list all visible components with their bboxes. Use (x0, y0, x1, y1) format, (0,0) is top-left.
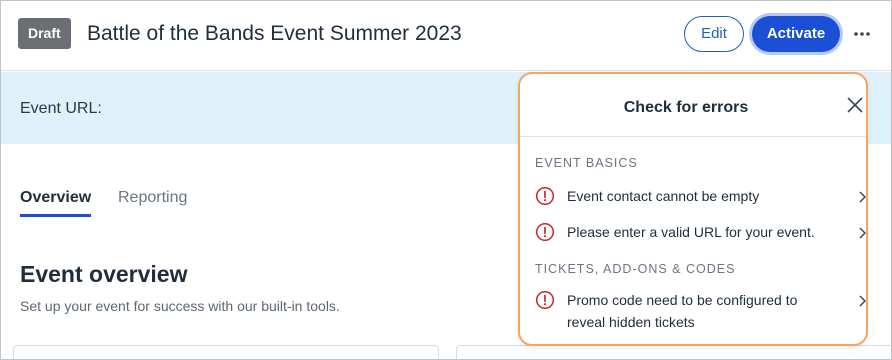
error-text: Please enter a valid URL for your event. (567, 224, 815, 240)
section-label-tickets: TICKETS, ADD-ONS & CODES (535, 262, 736, 276)
section-title: Event overview (20, 261, 188, 287)
overview-card (13, 345, 439, 359)
error-text: Event contact cannot be empty (567, 188, 760, 204)
chevron-right-icon (859, 227, 866, 239)
section-subtitle: Set up your event for success with our b… (20, 298, 340, 314)
page-title: Battle of the Bands Event Summer 2023 (87, 22, 462, 45)
section-label-event-basics: EVENT BASICS (535, 156, 638, 170)
chevron-right-icon (859, 295, 866, 307)
tab-overview[interactable]: Overview (20, 189, 92, 217)
status-badge: Draft (18, 18, 71, 49)
ellipsis-icon (854, 32, 870, 36)
edit-button[interactable]: Edit (684, 16, 744, 52)
close-icon[interactable] (846, 96, 864, 114)
tab-reporting[interactable]: Reporting (118, 189, 187, 214)
page-header: Draft Battle of the Bands Event Summer 2… (1, 1, 891, 71)
panel-title: Check for errors (623, 99, 749, 116)
overview-card (456, 345, 891, 359)
error-text: Promo code need to be configured to reve… (567, 292, 798, 330)
error-icon (535, 290, 555, 310)
chevron-right-icon (859, 191, 866, 203)
panel-header: Check for errors (520, 74, 866, 137)
event-url-label: Event URL: (20, 100, 102, 117)
check-errors-panel: Check for errors EVENT BASICS Event cont… (518, 72, 868, 346)
error-icon (535, 186, 555, 206)
app-frame: Draft Battle of the Bands Event Summer 2… (0, 0, 892, 360)
more-options-button[interactable] (851, 23, 873, 45)
activate-button[interactable]: Activate (752, 16, 840, 52)
error-icon (535, 222, 555, 242)
